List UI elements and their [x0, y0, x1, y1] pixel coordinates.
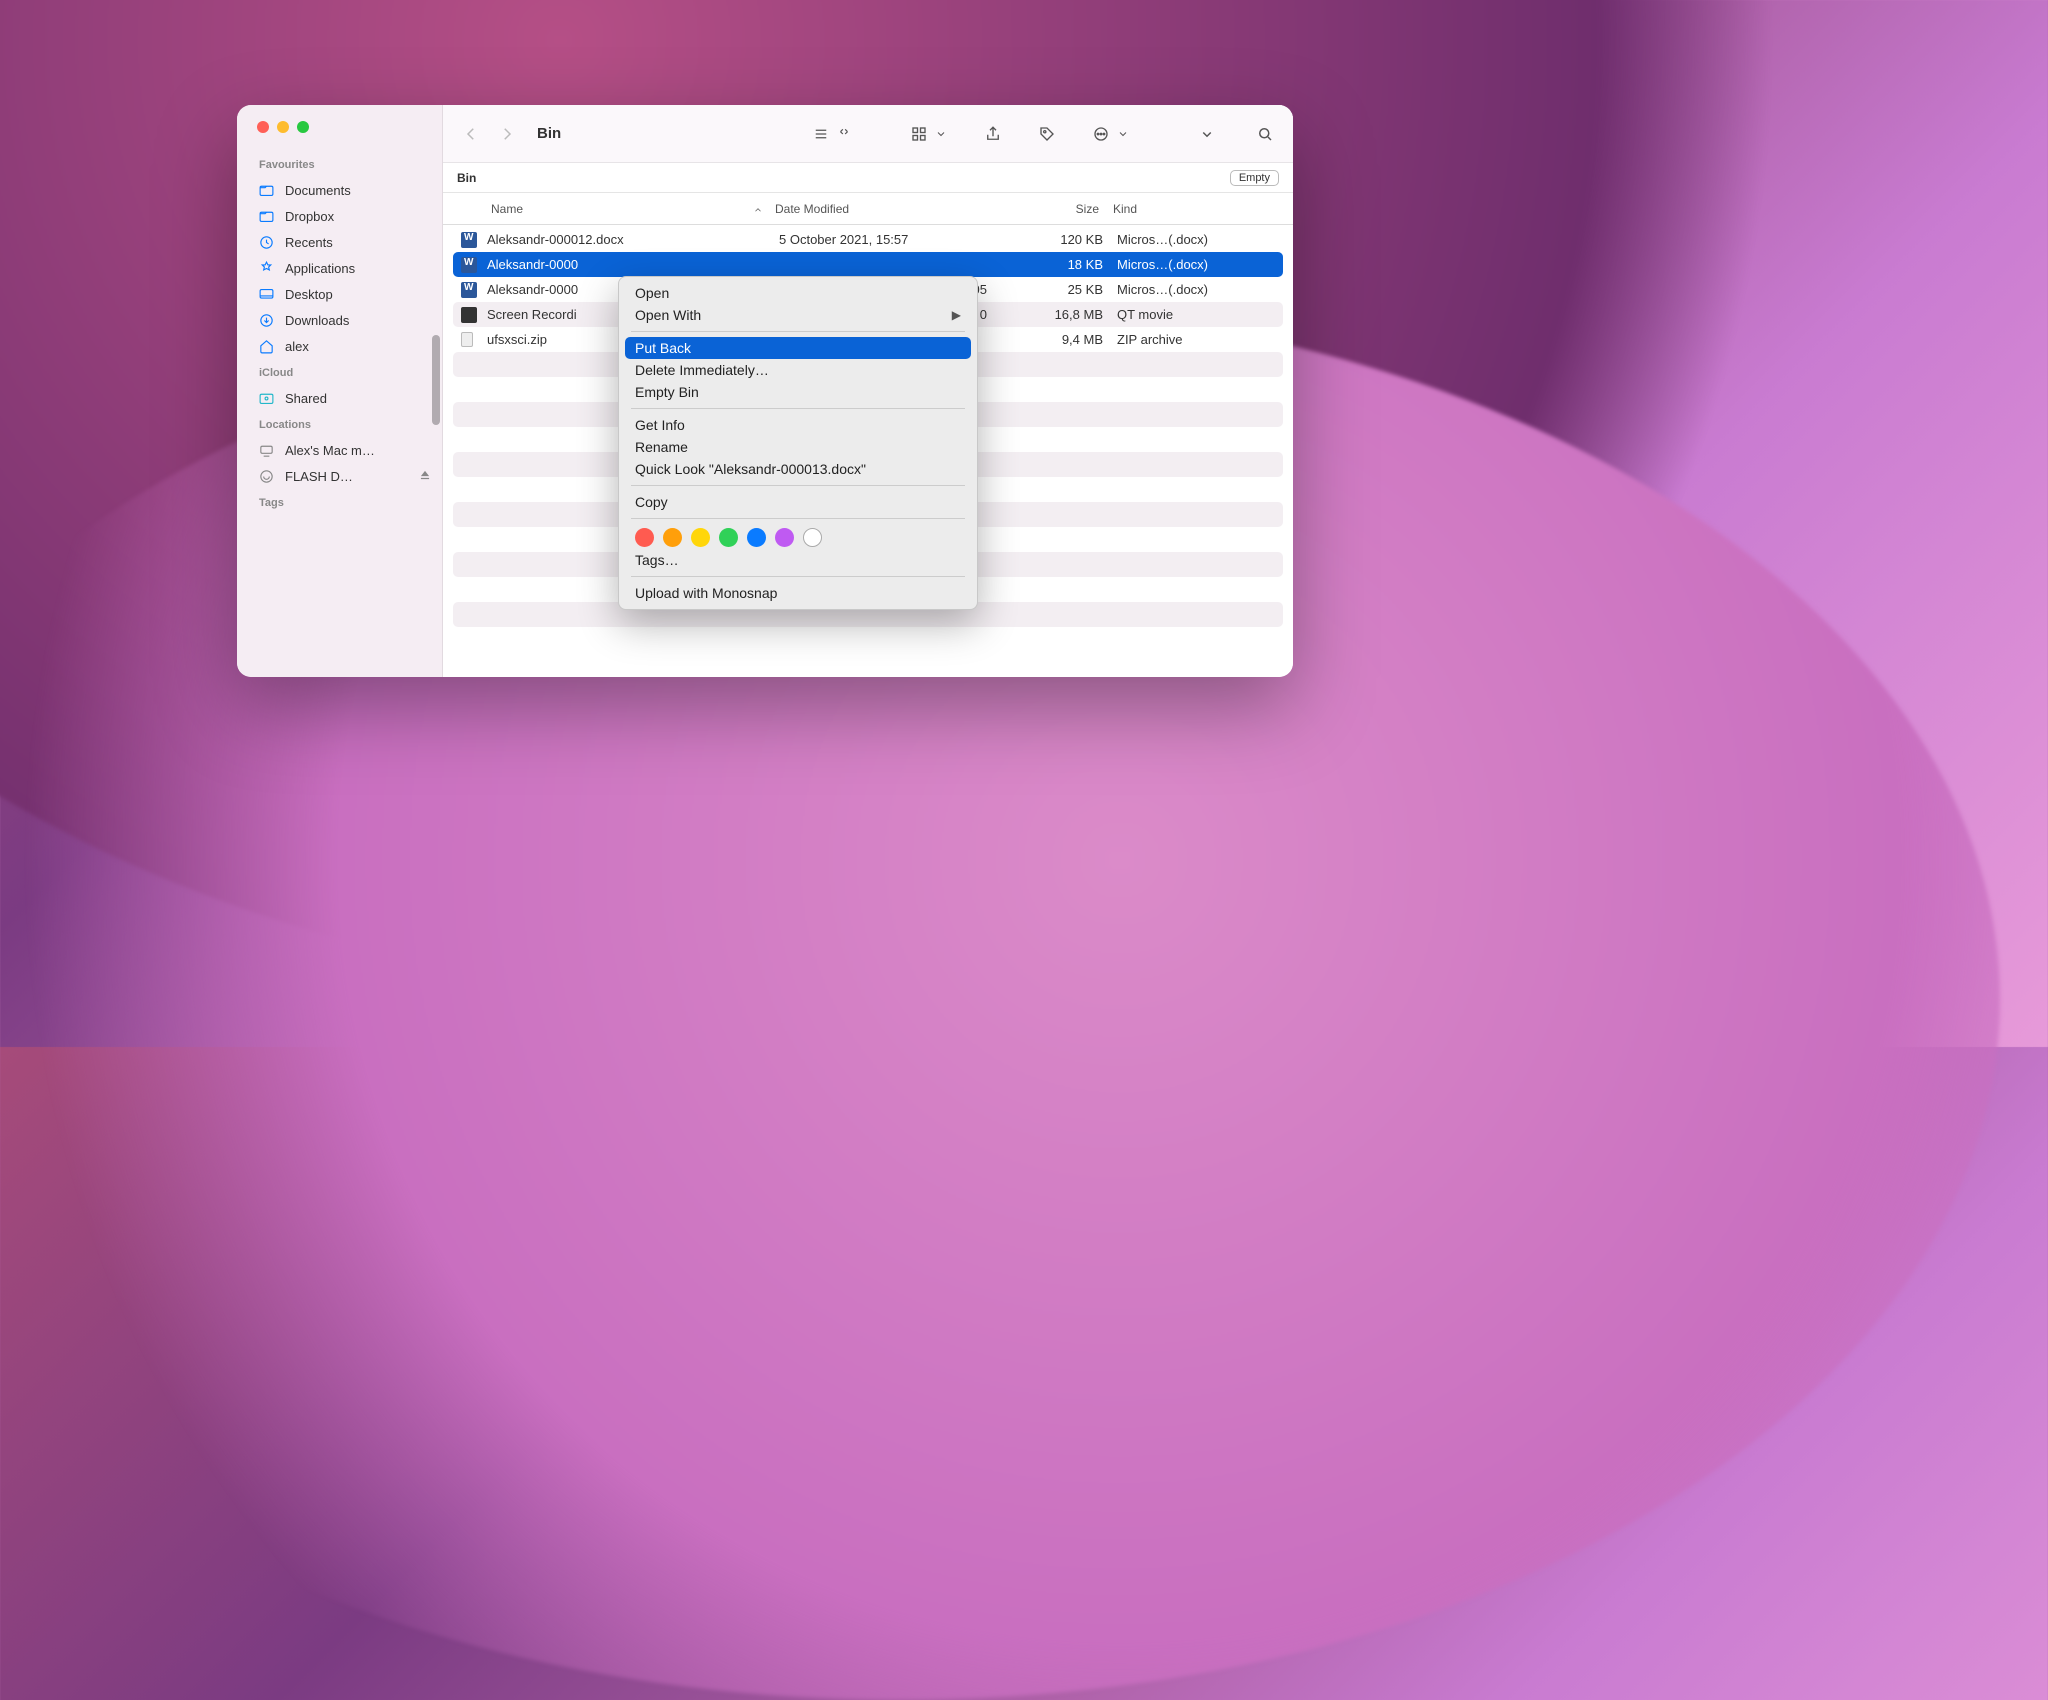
column-date[interactable]: Date Modified	[775, 202, 997, 216]
home-icon	[257, 337, 275, 355]
column-size[interactable]: Size	[997, 202, 1113, 216]
sidebar-item-label: Downloads	[285, 313, 349, 328]
share-button[interactable]	[979, 120, 1007, 148]
ctx-delete-immediately[interactable]: Delete Immediately…	[619, 359, 977, 381]
back-button[interactable]	[457, 120, 485, 148]
separator	[631, 408, 965, 409]
ctx-rename[interactable]: Rename	[619, 436, 977, 458]
empty-bin-button[interactable]: Empty	[1230, 170, 1279, 186]
toolbar: Bin	[443, 105, 1293, 163]
desktop-icon	[257, 285, 275, 303]
minimize-window-button[interactable]	[277, 121, 289, 133]
search-button[interactable]	[1251, 120, 1279, 148]
tag-yellow[interactable]	[691, 528, 710, 547]
zoom-window-button[interactable]	[297, 121, 309, 133]
download-icon	[257, 311, 275, 329]
folder-icon	[257, 181, 275, 199]
chevron-down-icon[interactable]	[935, 120, 947, 148]
timemachine-icon	[257, 467, 275, 485]
ctx-tags[interactable]: Tags…	[619, 549, 977, 571]
sidebar-item-label: Applications	[285, 261, 355, 276]
separator	[631, 518, 965, 519]
word-doc-icon	[461, 257, 479, 273]
chevron-down-icon[interactable]	[1117, 120, 1129, 148]
sidebar-item-label: Dropbox	[285, 209, 334, 224]
view-menu-chevron-icon[interactable]	[837, 120, 851, 148]
column-kind[interactable]: Kind	[1113, 202, 1293, 216]
sidebar-item-mac[interactable]: Alex's Mac m…	[237, 437, 442, 463]
sidebar-item-home[interactable]: alex	[237, 333, 442, 359]
sidebar-header-icloud: iCloud	[237, 367, 442, 385]
sidebar-item-dropbox[interactable]: Dropbox	[237, 203, 442, 229]
ctx-get-info[interactable]: Get Info	[619, 414, 977, 436]
shared-folder-icon	[257, 389, 275, 407]
close-window-button[interactable]	[257, 121, 269, 133]
clock-icon	[257, 233, 275, 251]
sidebar-item-documents[interactable]: Documents	[237, 177, 442, 203]
chevron-right-icon: ▶	[952, 308, 961, 322]
tag-purple[interactable]	[775, 528, 794, 547]
sidebar-item-label: FLASH D…	[285, 469, 353, 484]
tag-green[interactable]	[719, 528, 738, 547]
view-list-button[interactable]	[807, 120, 835, 148]
sidebar-header-tags: Tags	[237, 497, 442, 515]
sidebar-header-locations: Locations	[237, 419, 442, 437]
word-doc-icon	[461, 232, 479, 248]
sidebar-item-label: Alex's Mac m…	[285, 443, 375, 458]
folder-icon	[257, 207, 275, 225]
sidebar-header-favourites: Favourites	[237, 159, 442, 177]
overflow-button[interactable]	[1193, 120, 1221, 148]
sort-ascending-icon	[753, 204, 763, 214]
tag-red[interactable]	[635, 528, 654, 547]
tag-button[interactable]	[1033, 120, 1061, 148]
sidebar-item-flash[interactable]: FLASH D…	[237, 463, 442, 489]
eject-icon[interactable]	[418, 468, 432, 485]
action-button[interactable]	[1087, 120, 1115, 148]
movie-icon	[461, 307, 479, 323]
sidebar-item-label: Desktop	[285, 287, 333, 302]
ctx-open[interactable]: Open	[619, 282, 977, 304]
file-row[interactable]: Aleksandr-000018 KBMicros…(.docx)	[453, 252, 1283, 277]
computer-icon	[257, 441, 275, 459]
ctx-tag-colors	[619, 524, 977, 549]
sidebar-scrollbar[interactable]	[432, 335, 440, 425]
tag-none[interactable]	[803, 528, 822, 547]
tag-orange[interactable]	[663, 528, 682, 547]
sidebar-item-label: Shared	[285, 391, 327, 406]
context-menu: Open Open With▶ Put Back Delete Immediat…	[618, 276, 978, 610]
window-controls	[237, 121, 442, 151]
ctx-copy[interactable]: Copy	[619, 491, 977, 513]
sidebar-item-label: Documents	[285, 183, 351, 198]
sidebar-item-recents[interactable]: Recents	[237, 229, 442, 255]
group-button[interactable]	[905, 120, 933, 148]
ctx-empty-bin[interactable]: Empty Bin	[619, 381, 977, 403]
sidebar-item-desktop[interactable]: Desktop	[237, 281, 442, 307]
forward-button[interactable]	[493, 120, 521, 148]
sidebar: Favourites Documents Dropbox Recents App…	[237, 105, 443, 677]
ctx-upload-monosnap[interactable]: Upload with Monosnap	[619, 582, 977, 604]
separator	[631, 485, 965, 486]
column-headers: Name Date Modified Size Kind	[443, 193, 1293, 225]
sidebar-item-applications[interactable]: Applications	[237, 255, 442, 281]
zip-icon	[461, 332, 479, 347]
separator	[631, 331, 965, 332]
ctx-open-with[interactable]: Open With▶	[619, 304, 977, 326]
pathbar: Bin Empty	[443, 163, 1293, 193]
tag-blue[interactable]	[747, 528, 766, 547]
apps-icon	[257, 259, 275, 277]
ctx-put-back[interactable]: Put Back	[625, 337, 971, 359]
column-name[interactable]: Name	[491, 202, 775, 216]
sidebar-item-label: alex	[285, 339, 309, 354]
location-label: Bin	[457, 171, 476, 185]
window-title: Bin	[537, 125, 561, 142]
ctx-quick-look[interactable]: Quick Look "Aleksandr-000013.docx"	[619, 458, 977, 480]
sidebar-item-downloads[interactable]: Downloads	[237, 307, 442, 333]
sidebar-item-shared[interactable]: Shared	[237, 385, 442, 411]
sidebar-item-label: Recents	[285, 235, 333, 250]
file-row[interactable]: Aleksandr-000012.docx5 October 2021, 15:…	[453, 227, 1283, 252]
word-doc-icon	[461, 282, 479, 298]
separator	[631, 576, 965, 577]
